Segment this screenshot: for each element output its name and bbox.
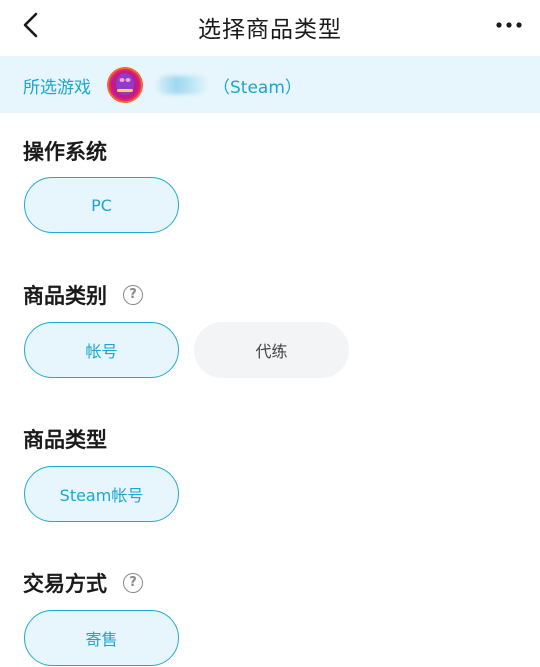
blurred-game-name bbox=[157, 76, 207, 94]
option-boosting[interactable]: 代练 bbox=[194, 322, 349, 378]
option-pc[interactable]: PC bbox=[24, 177, 179, 233]
section-title-type: 商品类型 bbox=[23, 424, 107, 454]
option-account[interactable]: 帐号 bbox=[24, 322, 179, 378]
section-title-category: 商品类别 ? bbox=[23, 280, 143, 310]
option-label: 寄售 bbox=[85, 630, 118, 649]
help-icon[interactable]: ? bbox=[123, 573, 143, 593]
help-icon[interactable]: ? bbox=[123, 285, 143, 305]
selected-game-bar[interactable]: 所选游戏 （Steam） bbox=[0, 56, 540, 113]
more-options-icon[interactable] bbox=[494, 14, 524, 36]
option-label: 代练 bbox=[255, 342, 288, 361]
section-title-text: 操作系统 bbox=[23, 140, 107, 164]
section-title-os: 操作系统 bbox=[23, 136, 107, 166]
section-title-text: 商品类型 bbox=[23, 428, 107, 452]
option-label: PC bbox=[91, 195, 112, 215]
page-title: 选择商品类型 bbox=[198, 17, 342, 43]
section-title-text: 交易方式 bbox=[23, 572, 107, 596]
game-avatar bbox=[107, 67, 143, 103]
section-title-text: 商品类别 bbox=[23, 284, 107, 308]
option-label: 帐号 bbox=[85, 342, 118, 361]
section-title-trade-method: 交易方式 ? bbox=[23, 568, 143, 598]
selected-game-label: 所选游戏 bbox=[23, 78, 91, 98]
option-label: Steam帐号 bbox=[59, 486, 144, 505]
top-bar: 选择商品类型 bbox=[0, 0, 540, 54]
option-consignment[interactable]: 寄售 bbox=[24, 610, 179, 666]
game-platform: （Steam） bbox=[213, 78, 302, 98]
option-steam-account[interactable]: Steam帐号 bbox=[24, 466, 179, 522]
